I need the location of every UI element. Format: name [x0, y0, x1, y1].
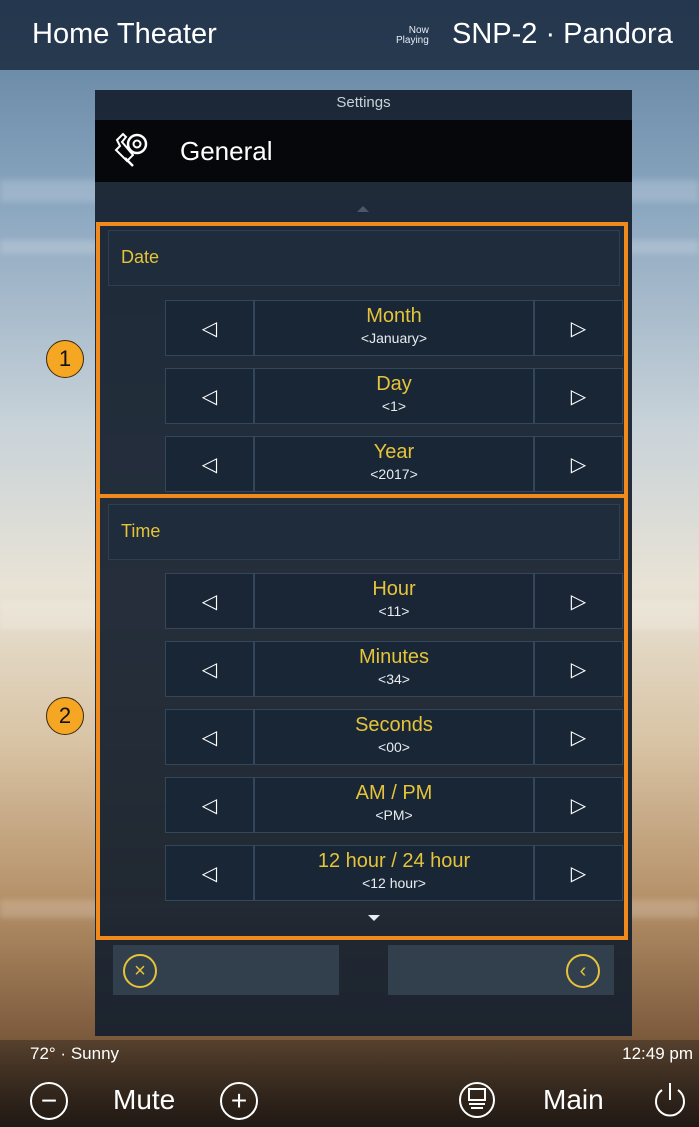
mute-button[interactable]: Mute	[113, 1084, 175, 1116]
gear-wrench-icon	[114, 132, 148, 167]
clock: 12:49 pm	[622, 1044, 693, 1063]
main-button[interactable]: Main	[543, 1084, 604, 1116]
time-highlight-box	[96, 494, 628, 940]
panel-title: Settings	[336, 94, 391, 111]
annotation-badge-2: 2	[46, 697, 84, 735]
scroll-up-icon[interactable]	[357, 206, 369, 212]
annotation-badge-1: 1	[46, 340, 84, 378]
section-header: General	[95, 120, 632, 182]
date-highlight-box	[96, 222, 628, 498]
back-button[interactable]: ‹	[388, 945, 614, 995]
now-playing-source[interactable]: SNP-2 · Pandora	[452, 18, 673, 51]
now-playing-label: Now Playing	[396, 25, 429, 46]
section-title: General	[180, 136, 273, 166]
power-icon[interactable]	[650, 1080, 690, 1120]
back-icon: ‹	[566, 954, 600, 988]
bottom-bar: 72° · Sunny 12:49 pm − Mute + Main	[0, 1040, 699, 1127]
page-title: Home Theater	[32, 18, 217, 50]
cancel-button[interactable]: ×	[113, 945, 339, 995]
header-bar: Home Theater Now Playing SNP-2 · Pandora	[0, 0, 699, 70]
remote-icon[interactable]	[457, 1080, 497, 1120]
volume-down-icon[interactable]: −	[30, 1082, 68, 1120]
weather-status: 72° · Sunny	[30, 1044, 120, 1063]
volume-up-icon[interactable]: +	[220, 1082, 258, 1120]
cancel-icon: ×	[123, 954, 157, 988]
